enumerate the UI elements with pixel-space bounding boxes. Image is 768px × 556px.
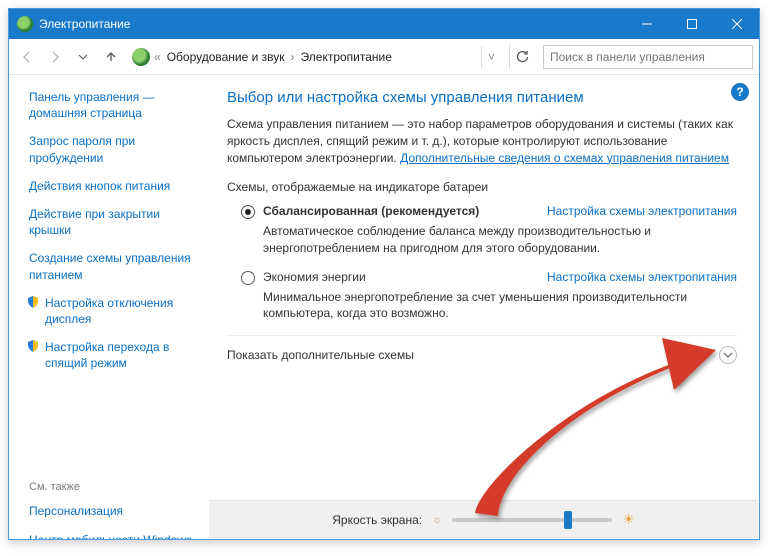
breadcrumb[interactable]: « Оборудование и звук › Электропитание <box>127 45 477 69</box>
sidebar-item-create-plan[interactable]: Создание схемы управления питанием <box>29 250 201 282</box>
sidebar-item-buttons[interactable]: Действия кнопок питания <box>29 178 201 194</box>
nav-bar: « Оборудование и звук › Электропитание ˅ <box>9 39 759 75</box>
back-button[interactable] <box>15 45 39 69</box>
plan-name[interactable]: Сбалансированная (рекомендуется) <box>263 204 531 218</box>
plan-description: Автоматическое соблюдение баланса между … <box>263 223 733 255</box>
sidebar-item-password[interactable]: Запрос пароля при пробуждении <box>29 133 201 165</box>
sidebar: Панель управления — домашняя страница За… <box>9 75 209 539</box>
power-icon <box>132 48 150 66</box>
see-also-personalization[interactable]: Персонализация <box>29 503 201 519</box>
content-body: Панель управления — домашняя страница За… <box>9 75 759 539</box>
main-panel: ? Выбор или настройка схемы управления п… <box>209 75 759 539</box>
plan-balanced: Сбалансированная (рекомендуется) Настрой… <box>241 204 737 255</box>
brightness-slider[interactable] <box>452 518 612 522</box>
radio-balanced[interactable] <box>241 205 255 219</box>
sidebar-item-label: Настройка перехода в спящий режим <box>45 340 169 370</box>
show-more-label: Показать дополнительные схемы <box>227 348 414 362</box>
brightness-label: Яркость экрана: <box>332 513 422 527</box>
close-button[interactable] <box>714 9 759 39</box>
shield-icon <box>27 340 39 352</box>
search-input[interactable] <box>543 45 753 69</box>
chevron-right-icon: « <box>152 50 163 64</box>
chevron-down-icon[interactable]: ˅ <box>481 46 501 68</box>
show-more-plans-row: Показать дополнительные схемы <box>227 335 737 364</box>
page-description: Схема управления питанием — это набор па… <box>227 116 737 166</box>
page-heading: Выбор или настройка схемы управления пит… <box>227 89 737 106</box>
titlebar: Электропитание <box>9 9 759 39</box>
sidebar-item-lid[interactable]: Действие при закрытии крышки <box>29 206 201 238</box>
see-also-mobility[interactable]: Центр мобильности Windows <box>29 532 201 539</box>
sun-bright-icon: ☀ <box>622 511 635 528</box>
plan-settings-link[interactable]: Настройка схемы электропитания <box>547 270 737 284</box>
plan-settings-link[interactable]: Настройка схемы электропитания <box>547 204 737 218</box>
sun-dim-icon: ☼ <box>432 514 442 526</box>
plan-name[interactable]: Экономия энергии <box>263 270 531 284</box>
brightness-bar: Яркость экрана: ☼ ☀ <box>209 500 758 538</box>
power-icon <box>17 16 33 32</box>
breadcrumb-parent[interactable]: Оборудование и звук <box>163 50 289 64</box>
slider-thumb[interactable] <box>564 511 572 529</box>
up-button[interactable] <box>99 45 123 69</box>
section-label: Схемы, отображаемые на индикаторе батаре… <box>227 180 737 194</box>
chevron-right-icon: › <box>289 50 297 64</box>
chevron-down-icon[interactable] <box>719 346 737 364</box>
sidebar-item-label: Настройка отключения дисплея <box>45 296 173 326</box>
sidebar-item-display-off[interactable]: Настройка отключения дисплея <box>29 295 201 327</box>
learn-more-link[interactable]: Дополнительные сведения о схемах управле… <box>400 151 729 165</box>
forward-button[interactable] <box>43 45 67 69</box>
shield-icon <box>27 296 39 308</box>
see-also-label: См. также <box>29 481 201 493</box>
radio-powersaver[interactable] <box>241 271 255 285</box>
sidebar-home[interactable]: Панель управления — домашняя страница <box>29 89 201 121</box>
window-title: Электропитание <box>39 17 624 31</box>
recent-dropdown-icon[interactable] <box>71 45 95 69</box>
minimize-button[interactable] <box>624 9 669 39</box>
window: Электропитание « Оборудование и звук › <box>8 8 760 540</box>
plan-description: Минимальное энергопотребление за счет ум… <box>263 289 733 321</box>
breadcrumb-current[interactable]: Электропитание <box>297 50 396 64</box>
maximize-button[interactable] <box>669 9 714 39</box>
help-icon[interactable]: ? <box>731 83 749 101</box>
refresh-button[interactable] <box>509 45 533 69</box>
sidebar-item-sleep[interactable]: Настройка перехода в спящий режим <box>29 339 201 371</box>
plan-powersaver: Экономия энергии Настройка схемы электро… <box>241 270 737 321</box>
